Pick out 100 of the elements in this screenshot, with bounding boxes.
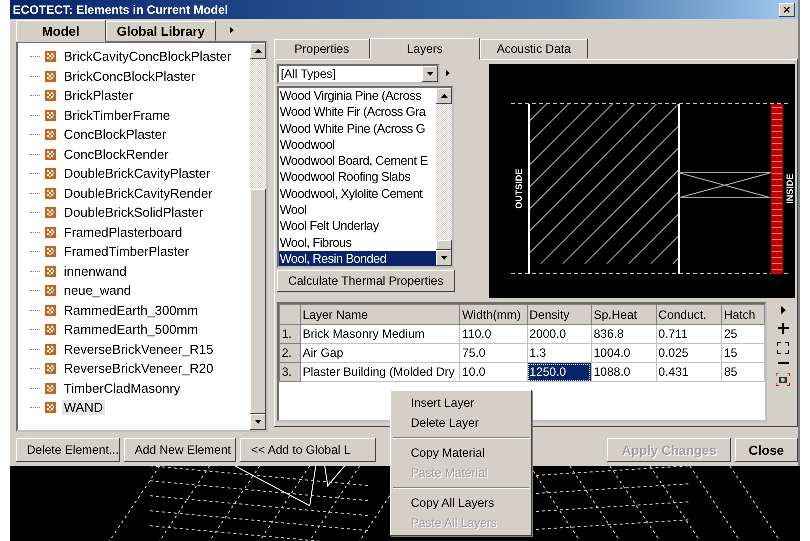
- material-item[interactable]: Wool, Resin Bonded: [279, 250, 436, 266]
- material-item[interactable]: Wood White Pine (Across G: [279, 120, 436, 137]
- element-item[interactable]: ReverseBrickVeneer_R15: [62, 342, 216, 357]
- expand-arrow-icon[interactable]: [446, 69, 450, 79]
- material-item[interactable]: Woodwool Roofing Slabs: [279, 169, 436, 186]
- type-dropdown[interactable]: [All Types]: [277, 64, 440, 84]
- element-item[interactable]: innenwand: [62, 264, 129, 279]
- scroll-up-icon[interactable]: [440, 94, 448, 98]
- close-button[interactable]: ×: [779, 2, 795, 16]
- add-icon[interactable]: [778, 323, 788, 334]
- dialog-button[interactable]: Close: [735, 438, 798, 462]
- column-header: Hatch: [722, 304, 764, 324]
- calculate-button[interactable]: Calculate Thermal Properties: [277, 270, 455, 292]
- scroll-down-icon[interactable]: [254, 420, 262, 424]
- dialog-button[interactable]: << Add to Global L: [240, 438, 376, 462]
- element-icon: [45, 90, 56, 102]
- element-icon: [45, 402, 56, 414]
- element-icon: [45, 70, 56, 82]
- element-item[interactable]: neue_wand: [62, 283, 134, 298]
- material-item[interactable]: Wool, Fibrous: [279, 234, 436, 251]
- menu-item[interactable]: Delete Layer: [391, 413, 531, 433]
- table-cell[interactable]: Air Gap: [300, 344, 460, 362]
- element-item[interactable]: DoubleBrickSolidPlaster: [62, 205, 206, 220]
- material-item[interactable]: Wool Felt Underlay: [279, 218, 436, 235]
- table-cell[interactable]: 85: [722, 362, 764, 382]
- scroll-down-icon[interactable]: [440, 256, 448, 260]
- table-cell[interactable]: 75.0: [460, 344, 528, 362]
- table-cell[interactable]: 836.8: [591, 324, 656, 344]
- material-item[interactable]: Woodwool: [279, 136, 436, 154]
- element-item[interactable]: RammedEarth_300mm: [62, 302, 200, 318]
- remove-icon[interactable]: [778, 362, 788, 365]
- scrollbar[interactable]: [436, 88, 452, 266]
- element-icon: [45, 110, 56, 121]
- element-icon: [45, 129, 56, 140]
- scroll-thumb[interactable]: [436, 240, 452, 250]
- row-number: 3.: [280, 362, 300, 382]
- element-item[interactable]: BrickCavityConcBlockPlaster: [62, 49, 234, 64]
- table-cell[interactable]: 15: [722, 344, 764, 362]
- material-item[interactable]: Woodwool, Xylolite Cement: [279, 186, 436, 202]
- outside-label: OUTSIDE: [514, 169, 524, 209]
- material-item[interactable]: Wood Virginia Pine (Across: [279, 88, 436, 104]
- element-item[interactable]: FramedTimberPlaster: [62, 244, 192, 260]
- menu-item[interactable]: Insert Layer: [391, 393, 531, 413]
- tab[interactable]: Model: [16, 20, 106, 42]
- table-cell[interactable]: 0.431: [656, 362, 722, 382]
- table-cell[interactable]: 0.025: [656, 344, 722, 362]
- element-icon: [45, 168, 56, 180]
- table-cell[interactable]: 110.0: [460, 324, 528, 344]
- table-cell[interactable]: 25: [722, 324, 764, 344]
- material-item[interactable]: Woodwool Board, Cement E: [279, 153, 436, 170]
- menu-item[interactable]: Copy All Layers: [391, 493, 531, 513]
- table-cell[interactable]: Brick Masonry Medium: [300, 324, 460, 344]
- column-header: Width(mm): [460, 304, 528, 324]
- column-header: Density: [527, 304, 592, 324]
- table-cell[interactable]: 1250.0: [527, 362, 592, 382]
- element-item[interactable]: TimberCladMasonry: [62, 380, 183, 396]
- element-icon: [45, 188, 56, 199]
- tab-scroll-icon[interactable]: [230, 26, 234, 36]
- element-icon: [45, 285, 56, 296]
- inside-label: INSIDE: [785, 174, 795, 204]
- element-item[interactable]: BrickTimberFrame: [62, 108, 172, 123]
- element-item[interactable]: RammedEarth_500mm: [62, 322, 200, 338]
- table-cell[interactable]: 2000.0: [527, 324, 592, 344]
- scrollbar[interactable]: [250, 43, 266, 430]
- expand-arrow-icon[interactable]: [780, 306, 786, 315]
- table-cell[interactable]: 1.3: [527, 344, 592, 362]
- table-cell[interactable]: 1004.0: [591, 344, 656, 362]
- table-cell[interactable]: Plaster Building (Molded Dry: [300, 362, 460, 382]
- menu-item[interactable]: Copy Material: [391, 443, 531, 463]
- element-item[interactable]: ReverseBrickVeneer_R20: [62, 361, 216, 376]
- dialog-button[interactable]: Delete Element...: [16, 438, 120, 462]
- element-icon: [45, 344, 56, 355]
- table-cell[interactable]: 0.711: [656, 324, 722, 344]
- element-item[interactable]: ConcBlockPlaster: [62, 127, 169, 142]
- element-item[interactable]: FramedPlasterboard: [62, 224, 184, 240]
- table-cell[interactable]: 10.0: [460, 362, 528, 382]
- element-item[interactable]: BrickConcBlockPlaster: [62, 68, 198, 84]
- material-item[interactable]: Wool: [279, 202, 436, 218]
- element-icon: [45, 51, 56, 62]
- element-icon: [45, 363, 56, 374]
- dialog-button[interactable]: Add New Element: [124, 438, 236, 462]
- element-item[interactable]: DoubleBrickCavityRender: [62, 186, 215, 201]
- table-cell[interactable]: 1088.0: [591, 362, 656, 382]
- window-title: ECOTECT: Elements in Current Model: [13, 2, 228, 16]
- fit-icon[interactable]: [777, 342, 789, 354]
- element-item[interactable]: WAND: [62, 400, 106, 416]
- scroll-thumb[interactable]: [250, 189, 266, 414]
- tab[interactable]: Properties: [274, 39, 370, 59]
- element-item[interactable]: BrickPlaster: [62, 88, 136, 104]
- material-item[interactable]: Wood White Fir (Across Gra: [279, 104, 436, 121]
- scroll-up-icon[interactable]: [254, 49, 262, 53]
- tab[interactable]: Layers: [370, 38, 480, 60]
- tab[interactable]: Acoustic Data: [480, 39, 588, 59]
- element-icon: [45, 266, 56, 277]
- element-item[interactable]: DoubleBrickCavityPlaster: [62, 166, 213, 182]
- tab[interactable]: Global Library: [106, 21, 216, 41]
- column-header: Sp.Heat: [591, 304, 656, 324]
- camera-icon[interactable]: [776, 373, 790, 386]
- scroll-down-icon[interactable]: [426, 72, 434, 76]
- element-item[interactable]: ConcBlockRender: [62, 146, 171, 162]
